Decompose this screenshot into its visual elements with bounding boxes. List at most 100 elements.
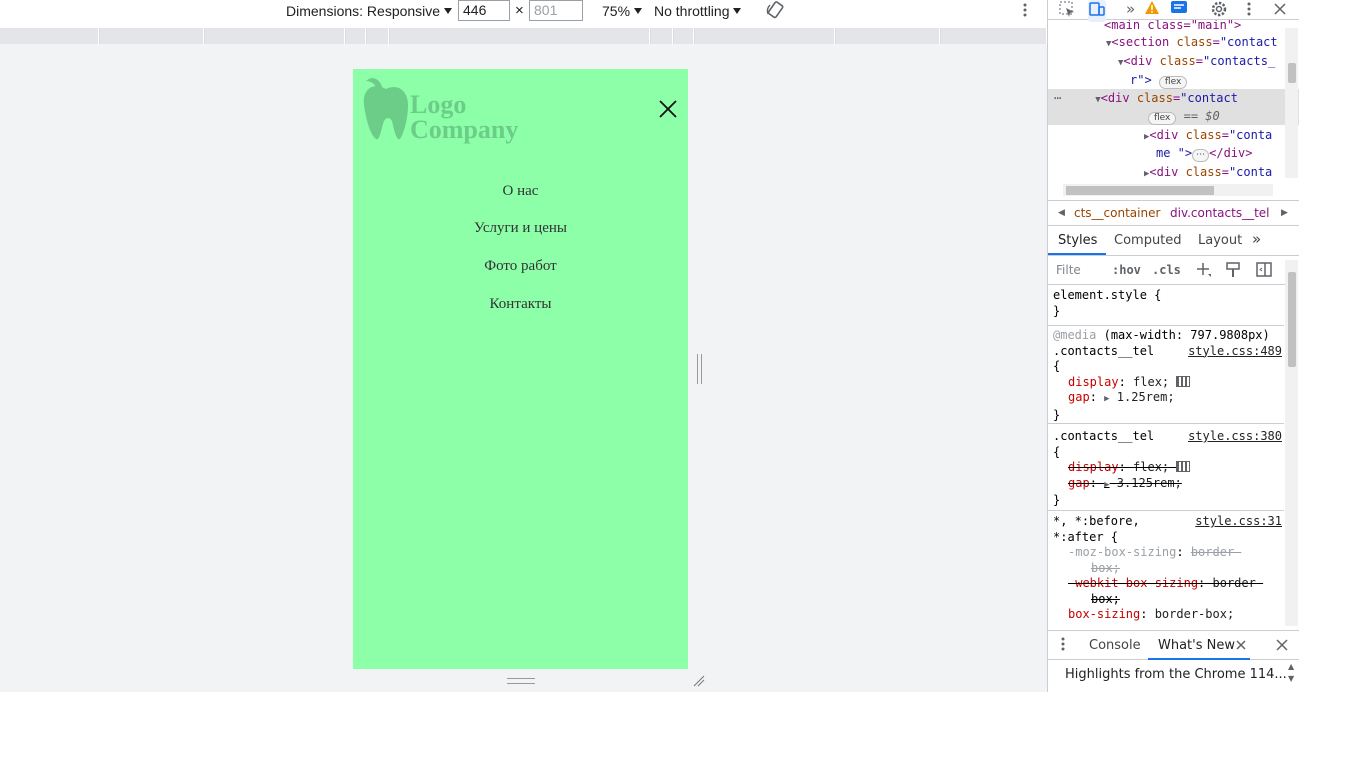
chevron-left-icon[interactable]: ◀: [1058, 201, 1065, 225]
kebab-menu-icon[interactable]: [1244, 0, 1254, 22]
tab-console[interactable]: Console: [1089, 638, 1141, 653]
whats-new-highlights[interactable]: Highlights from the Chrome 114...: [1065, 667, 1287, 682]
prop-gap[interactable]: gap: ▶ 1.25rem;: [1053, 390, 1284, 408]
dom-line-section[interactable]: ▼<section class="contact: [1048, 33, 1281, 51]
device-toolbar-toggle-icon[interactable]: [1088, 0, 1106, 22]
nav-link-about[interactable]: О нас: [353, 183, 688, 200]
paint-brush-icon[interactable]: [1225, 261, 1241, 282]
dom-horizontal-scrollbar[interactable]: [1063, 184, 1273, 196]
styles-scrollbar[interactable]: [1285, 260, 1298, 626]
gear-icon[interactable]: [1210, 0, 1228, 22]
logo-text-line2[interactable]: Company: [410, 117, 518, 143]
prop-display-overridden[interactable]: display: flex;: [1053, 460, 1284, 476]
more-tabs-icon[interactable]: »: [1252, 230, 1261, 248]
element-style-selector[interactable]: element.style {: [1053, 288, 1284, 304]
ruler-segment[interactable]: [367, 28, 389, 44]
prop-display[interactable]: display: flex;: [1053, 375, 1284, 391]
more-tabs-icon[interactable]: »: [1126, 0, 1135, 18]
dom-line-selected[interactable]: ⋯ ▼<div class="contact: [1048, 89, 1299, 107]
close-drawer-icon[interactable]: [1275, 636, 1289, 658]
add-rule-icon[interactable]: [1195, 261, 1213, 282]
dom-line-contacts-wrapper[interactable]: ▼<div class="contacts_: [1048, 52, 1281, 70]
close-tab-icon[interactable]: [1235, 636, 1247, 658]
rule-selector[interactable]: *, *:before,: [1053, 514, 1140, 528]
devtools-panel: » <main class="main"> ▼<section class="c…: [1047, 0, 1299, 692]
rule-selector-cont[interactable]: *:after {: [1053, 530, 1284, 546]
dom-scrollbar[interactable]: [1285, 28, 1298, 178]
breadcrumb-tel[interactable]: div.contacts__tel: [1170, 201, 1270, 225]
inspect-element-icon[interactable]: [1058, 0, 1076, 22]
prop-moz-box-sizing[interactable]: -moz-box-sizing: border-: [1053, 545, 1284, 561]
messages-icon[interactable]: [1170, 0, 1188, 20]
rule-selector[interactable]: .contacts__tel: [1053, 344, 1154, 358]
warning-icon[interactable]: [1144, 0, 1160, 20]
ruler-segment[interactable]: [695, 28, 835, 44]
flex-badge[interactable]: flex: [1158, 76, 1188, 89]
filter-input[interactable]: Filte: [1056, 263, 1081, 277]
dom-line-child1[interactable]: ▶<div class="conta: [1048, 126, 1281, 144]
tab-computed[interactable]: Computed: [1114, 233, 1182, 248]
drawer-menu-icon[interactable]: [1058, 635, 1068, 657]
ruler-segment[interactable]: [0, 28, 99, 44]
prop-webkit-box-sizing[interactable]: -webkit-box-sizing: border-: [1053, 576, 1284, 592]
nav-link-contacts[interactable]: Контакты: [353, 296, 688, 313]
resize-handle-right[interactable]: [697, 354, 702, 384]
width-input[interactable]: 446: [458, 0, 510, 21]
height-input[interactable]: 801: [529, 0, 583, 21]
chevron-right-icon[interactable]: ▶: [1281, 201, 1288, 225]
source-link[interactable]: style.css:380: [1188, 429, 1282, 445]
more-options-icon[interactable]: [1020, 1, 1030, 19]
rule-close: }: [1053, 493, 1061, 507]
breadcrumb-container[interactable]: cts__container: [1074, 201, 1160, 225]
close-menu-icon[interactable]: [657, 98, 679, 120]
prop-box-sizing[interactable]: box-sizing: border-box;: [1053, 607, 1284, 623]
ruler-segment[interactable]: [941, 28, 1047, 44]
hov-toggle[interactable]: :hov: [1112, 263, 1141, 277]
scroll-arrows-icon[interactable]: ▲ ▼: [1288, 661, 1294, 685]
prop-gap-overridden[interactable]: gap: ▶ 3.125rem;: [1053, 476, 1284, 494]
flexbox-editor-icon[interactable]: [1176, 375, 1191, 387]
close-devtools-icon[interactable]: [1273, 0, 1287, 22]
nav-link-photos[interactable]: Фото работ: [353, 258, 688, 275]
tab-layout[interactable]: Layout: [1198, 233, 1242, 248]
ruler-segment[interactable]: [346, 28, 366, 44]
dom-line-contacts-wrapper-cont[interactable]: r"> flex: [1048, 71, 1281, 89]
source-link[interactable]: style.css:31: [1195, 514, 1282, 530]
ruler-segment[interactable]: [651, 28, 673, 44]
tab-whats-new[interactable]: What's New: [1158, 638, 1235, 653]
tab-styles[interactable]: Styles: [1058, 233, 1097, 248]
ruler-segment[interactable]: [100, 28, 204, 44]
dom-line-child2[interactable]: ▶<div class="conta: [1048, 163, 1281, 181]
cls-toggle[interactable]: .cls: [1152, 263, 1181, 277]
resize-handle-corner[interactable]: [692, 674, 706, 688]
dom-line-selected-cont[interactable]: flex == $0: [1048, 107, 1299, 125]
styles-filter-bar: Filte :hov .cls: [1048, 257, 1288, 285]
flexbox-editor-icon[interactable]: [1176, 461, 1191, 472]
active-tab-indicator: [1048, 253, 1106, 255]
ruler-segment[interactable]: [205, 28, 345, 44]
ruler-segment[interactable]: [836, 28, 940, 44]
flex-badge[interactable]: flex: [1148, 112, 1177, 125]
ellipsis-marker: ⋯: [1054, 91, 1062, 105]
zoom-dropdown[interactable]: 75%: [602, 2, 643, 20]
dimensions-dropdown[interactable]: Dimensions: Responsive: [286, 2, 453, 20]
source-link[interactable]: style.css:489: [1188, 344, 1282, 360]
throttling-dropdown[interactable]: No throttling: [654, 2, 742, 20]
tooth-logo-icon[interactable]: [362, 75, 410, 143]
nav-link-services[interactable]: Услуги и цены: [353, 220, 688, 237]
rotate-icon[interactable]: [765, 0, 787, 19]
chevron-down-icon: [634, 8, 643, 14]
resize-handle-bottom[interactable]: [507, 678, 535, 684]
dom-line-child1-cont[interactable]: me "> ⋯ </div>: [1048, 144, 1281, 162]
dom-line-main[interactable]: <main class="main">: [1048, 20, 1281, 34]
rule-close: }: [1053, 407, 1061, 422]
logo-text-line1[interactable]: Logo: [410, 92, 466, 118]
ruler-segment[interactable]: [390, 28, 650, 44]
page-viewport: Logo Company О нас Услуги и цены Фото ра…: [353, 69, 688, 669]
ellipsis-badge[interactable]: ⋯: [1192, 149, 1210, 162]
rule-selector[interactable]: .contacts__tel: [1053, 429, 1154, 443]
ruler-segment[interactable]: [674, 28, 694, 44]
rule-universal: *, *:before, style.css:31 *:after { -moz-…: [1048, 514, 1284, 626]
sidebar-toggle-icon[interactable]: [1256, 261, 1272, 282]
media-query: (max-width: 797.9808px): [1103, 328, 1270, 342]
